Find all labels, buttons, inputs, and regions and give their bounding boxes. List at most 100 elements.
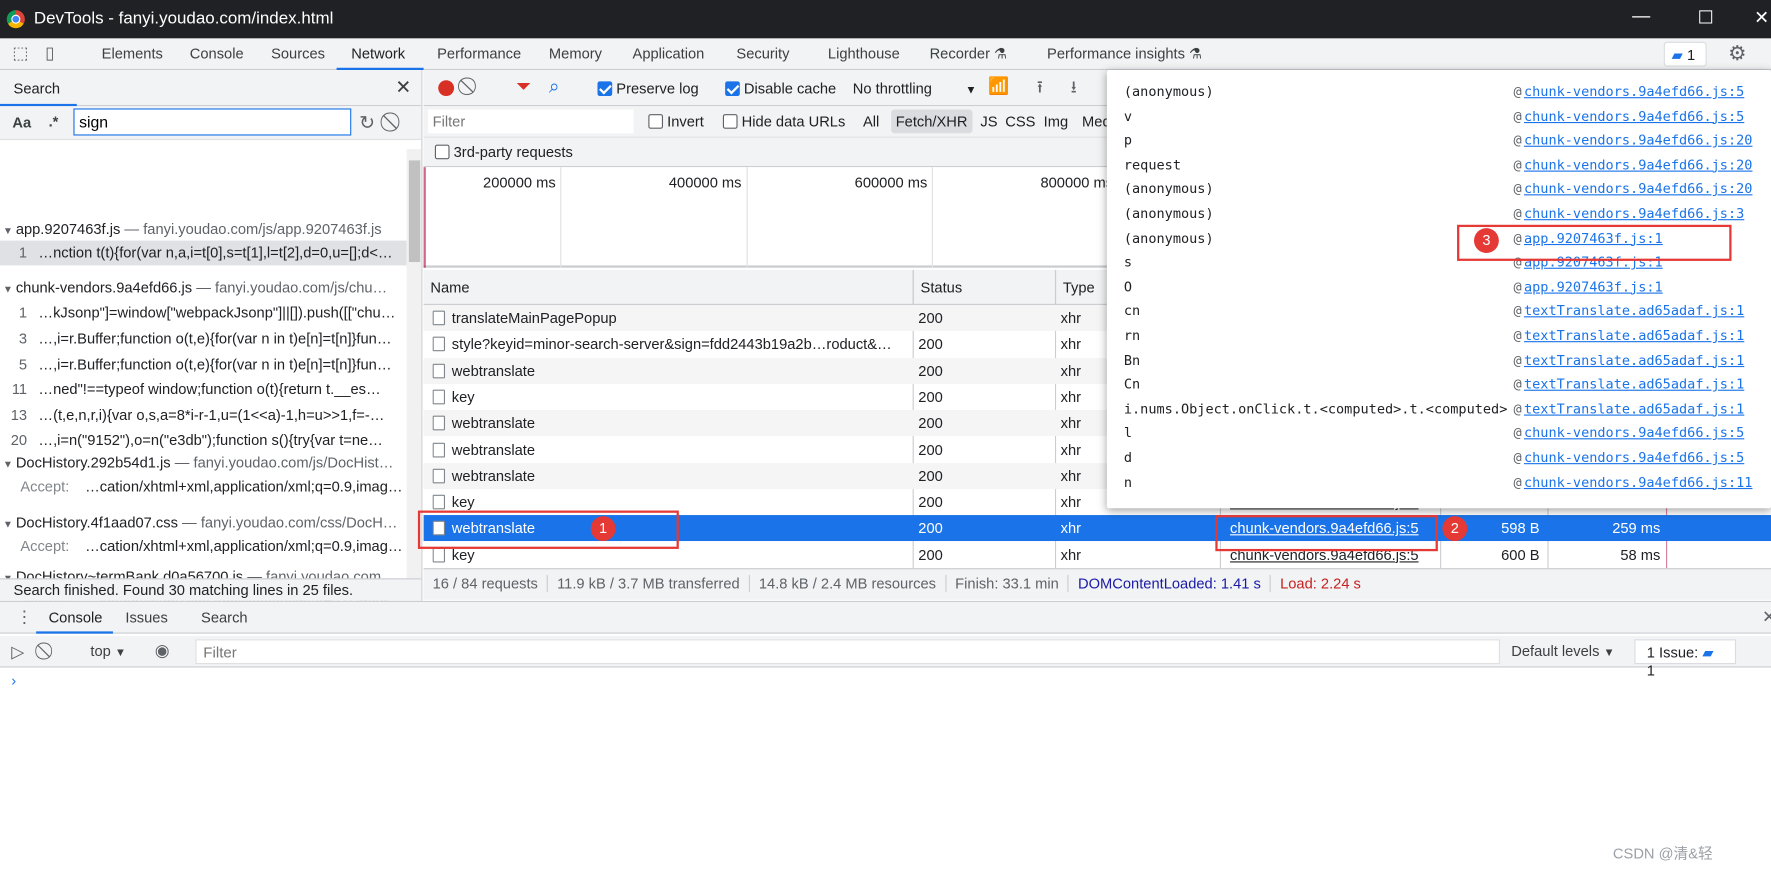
- request-status: 200: [918, 335, 943, 353]
- tab-performance[interactable]: Performance: [437, 45, 521, 62]
- tab-performance[interactable]: Performance insights ⚗: [1047, 45, 1202, 63]
- expand-triangle-icon[interactable]: ▼: [0, 512, 16, 536]
- annotation-box-2: [1215, 515, 1438, 552]
- search-result-line[interactable]: 5 …,i=r.Buffer;function o(t,e){for(var n …: [0, 352, 407, 377]
- search-result-line[interactable]: 11 …ned"!==typeof window;function o(t){re…: [0, 377, 407, 402]
- close-window-icon[interactable]: ✕: [1754, 7, 1769, 30]
- source-link[interactable]: chunk-vendors.9a4efd66.js:5: [1524, 84, 1744, 100]
- refresh-icon[interactable]: ↻: [359, 112, 375, 135]
- source-link[interactable]: chunk-vendors.9a4efd66.js:3: [1524, 206, 1744, 222]
- eye-icon[interactable]: ◉: [155, 640, 170, 661]
- column-status[interactable]: Status: [912, 269, 1055, 305]
- tab-lighthouse[interactable]: Lighthouse: [828, 45, 900, 62]
- search-result-file[interactable]: ▼ DocHistory.4f1aad07.css — fanyi.youdao.…: [0, 511, 407, 536]
- type-filter-js[interactable]: JS: [976, 110, 1002, 134]
- type-filter-css[interactable]: CSS: [1001, 110, 1040, 134]
- maximize-icon[interactable]: ☐: [1698, 7, 1714, 30]
- search-result-line[interactable]: Accept:…cation/xhtml+xml,application/xml…: [0, 474, 407, 499]
- search-result-line[interactable]: 20 …,i=n("9152"),o=n("e3db");function s()…: [0, 428, 407, 453]
- type-filter-all[interactable]: All: [858, 110, 883, 134]
- tab-application[interactable]: Application: [633, 45, 705, 62]
- regex-button[interactable]: .*: [49, 113, 59, 130]
- request-status: 200: [918, 467, 943, 485]
- request-type: xhr: [1060, 493, 1082, 511]
- type-filter-fetch-xhr[interactable]: Fetch/XHR: [891, 109, 973, 134]
- search-result-file[interactable]: ▼ app.9207463f.js — fanyi.youdao.com/js/a…: [0, 217, 407, 242]
- search-result-line[interactable]: 1 …kJsonp"]=window["webpackJsonp"]||[]).p…: [0, 300, 407, 325]
- context-select[interactable]: top ▼: [90, 643, 126, 660]
- function-name: request: [1123, 156, 1181, 173]
- search-result-file[interactable]: ▼ chunk-vendors.9a4efd66.js — fanyi.youda…: [0, 276, 407, 301]
- expand-triangle-icon[interactable]: ▼: [0, 277, 16, 301]
- issue-icon: ▰: [1671, 46, 1683, 64]
- inspect-element-icon[interactable]: ⬚: [12, 43, 28, 63]
- close-icon[interactable]: ✕: [395, 77, 411, 100]
- function-name: (anonymous): [1123, 181, 1214, 197]
- levels-select[interactable]: Default levels ▼: [1511, 643, 1614, 660]
- drawer-tab-search[interactable]: Search: [201, 609, 248, 626]
- load-time: Load: 2.24 s: [1280, 574, 1361, 592]
- source-link[interactable]: app.9207463f.js:1: [1524, 279, 1663, 295]
- drawer-tab-issues[interactable]: Issues: [125, 609, 167, 626]
- source-link[interactable]: chunk-vendors.9a4efd66.js:20: [1524, 181, 1752, 197]
- tab-sources[interactable]: Sources: [271, 45, 325, 62]
- invert-checkbox[interactable]: Invert: [648, 113, 704, 130]
- type-filter-img[interactable]: Img: [1039, 110, 1073, 134]
- search-result-line[interactable]: 1 …nction t(t){for(var n,a,i=t[0],s=t[1],…: [0, 240, 407, 266]
- search-result-file[interactable]: ▼ DocHistory.292b54d1.js — fanyi.youdao.c…: [0, 451, 407, 476]
- throttling-select[interactable]: No throttling ▼: [853, 80, 977, 97]
- filter-icon[interactable]: ⏷: [516, 76, 531, 99]
- source-link[interactable]: textTranslate.ad65adaf.js:1: [1524, 303, 1744, 319]
- console-prompt[interactable]: ›: [11, 672, 16, 689]
- source-link[interactable]: chunk-vendors.9a4efd66.js:5: [1524, 108, 1744, 124]
- match-case-button[interactable]: Aa: [12, 114, 31, 131]
- third-party-checkbox[interactable]: 3rd-party requests: [434, 143, 573, 160]
- disable-cache-checkbox[interactable]: Disable cache: [725, 80, 836, 97]
- sidebar-toggle-icon[interactable]: ▷: [11, 642, 24, 662]
- record-icon[interactable]: [438, 80, 455, 97]
- request-time: 58 ms: [1620, 546, 1661, 564]
- gear-icon[interactable]: ⚙: [1728, 42, 1746, 66]
- request-status: 200: [918, 362, 943, 380]
- source-link[interactable]: chunk-vendors.9a4efd66.js:20: [1524, 157, 1752, 173]
- search-tab[interactable]: Search: [14, 80, 61, 97]
- search-result-line[interactable]: 3 …,i=r.Buffer;function o(t,e){for(var n …: [0, 326, 407, 351]
- tab-elements[interactable]: Elements: [102, 45, 163, 62]
- drawer-tab-console[interactable]: Console: [49, 609, 103, 626]
- tab-security[interactable]: Security: [736, 45, 789, 62]
- issues-button[interactable]: ▰ 1: [1663, 41, 1707, 67]
- source-link[interactable]: textTranslate.ad65adaf.js:1: [1524, 328, 1744, 344]
- search-input[interactable]: [73, 108, 352, 136]
- source-link[interactable]: chunk-vendors.9a4efd66.js:11: [1524, 474, 1752, 490]
- expand-triangle-icon[interactable]: ▼: [0, 452, 16, 476]
- source-link[interactable]: textTranslate.ad65adaf.js:1: [1524, 352, 1744, 368]
- search-result-line[interactable]: Accept:…cation/xhtml+xml,application/xml…: [0, 534, 407, 559]
- minimize-icon[interactable]: —: [1632, 7, 1650, 27]
- search-icon[interactable]: ⌕: [549, 76, 560, 99]
- hide-data-urls-checkbox[interactable]: Hide data URLs: [722, 113, 845, 130]
- device-toolbar-icon[interactable]: ▯: [45, 43, 54, 63]
- tab-network[interactable]: Network: [351, 45, 405, 62]
- network-filter-input[interactable]: [428, 109, 634, 134]
- console-drawer: ⋮ Console Issues Search ✕ ▷ ⃠ top ▼ ◉ De…: [0, 600, 1771, 870]
- search-result-line[interactable]: 13 …(t,e,n,r,i){var o,s,a=8*i-r-1,u=(1<<a…: [0, 403, 407, 428]
- tab-recorder[interactable]: Recorder ⚗: [930, 45, 1008, 63]
- source-link[interactable]: chunk-vendors.9a4efd66.js:5: [1524, 425, 1744, 441]
- console-filter-input[interactable]: [195, 639, 1500, 665]
- source-link[interactable]: textTranslate.ad65adaf.js:1: [1524, 376, 1744, 392]
- upload-har-icon[interactable]: ⭱: [1037, 76, 1043, 104]
- console-issues-button[interactable]: 1 Issue: ▰ 1: [1634, 639, 1737, 679]
- expand-triangle-icon[interactable]: ▼: [0, 218, 16, 242]
- tab-memory[interactable]: Memory: [549, 45, 602, 62]
- network-conditions-icon[interactable]: 📶: [988, 76, 1009, 96]
- preserve-log-checkbox[interactable]: Preserve log: [597, 80, 699, 97]
- source-link[interactable]: chunk-vendors.9a4efd66.js:5: [1524, 450, 1744, 466]
- column-name[interactable]: Name: [424, 270, 913, 305]
- download-har-icon[interactable]: ⭳: [1071, 76, 1077, 104]
- more-icon[interactable]: ⋮: [16, 607, 33, 627]
- row-checkbox-icon: [432, 442, 446, 457]
- source-link[interactable]: textTranslate.ad65adaf.js:1: [1524, 401, 1744, 417]
- tab-console[interactable]: Console: [190, 45, 244, 62]
- close-drawer-icon[interactable]: ✕: [1762, 607, 1771, 627]
- source-link[interactable]: chunk-vendors.9a4efd66.js:20: [1524, 132, 1752, 148]
